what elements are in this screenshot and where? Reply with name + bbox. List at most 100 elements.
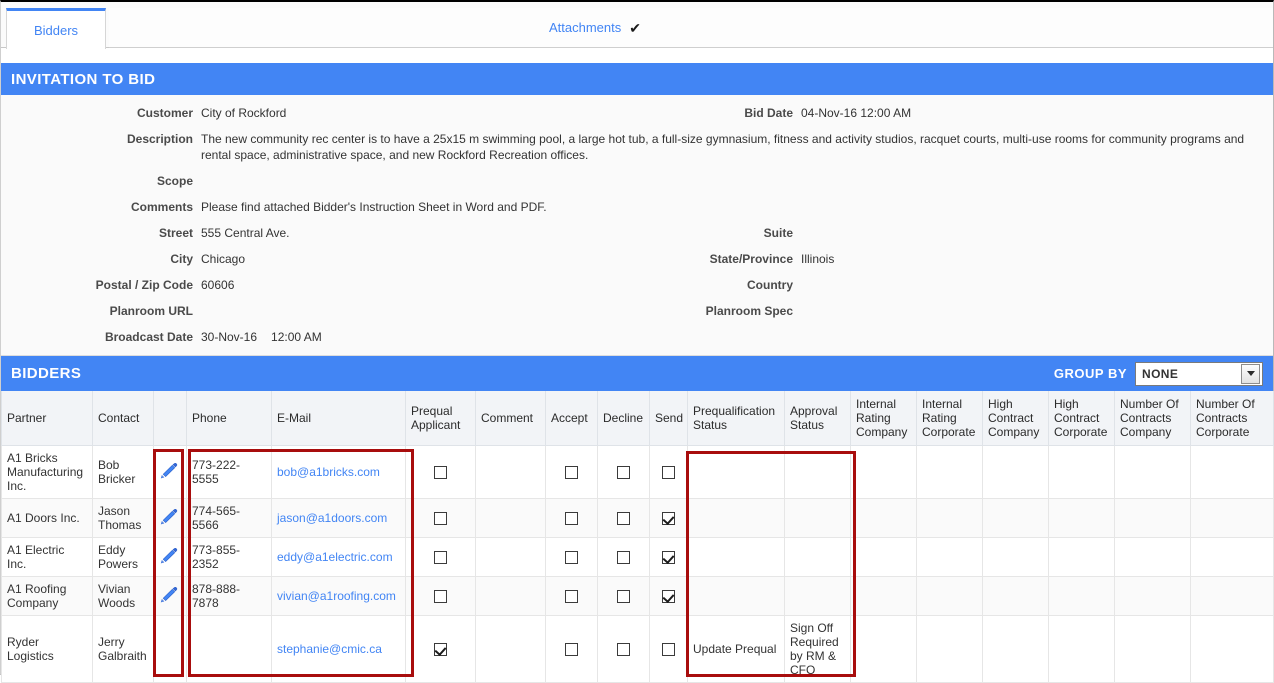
cell-prequal-applicant[interactable]	[405, 537, 476, 577]
col-header-high-contract-company[interactable]: High Contract Company	[982, 391, 1049, 446]
checkbox[interactable]	[662, 590, 675, 604]
cell-internal-rating-corporate	[916, 615, 983, 683]
group-by-select[interactable]: NONE	[1135, 361, 1263, 386]
col-header-high-contract-corporate[interactable]: High Contract Corporate	[1048, 391, 1115, 446]
pencil-edit-icon[interactable]	[159, 462, 181, 482]
checkbox[interactable]	[617, 512, 630, 526]
tab-attachments[interactable]: Attachments ✔	[109, 8, 1273, 48]
cell-prequal-applicant[interactable]	[405, 498, 476, 538]
checkbox[interactable]	[434, 643, 447, 657]
chevron-down-icon[interactable]	[1241, 363, 1260, 384]
table-row[interactable]: A1 Bricks Manufacturing Inc. Bob Bricker 7…	[1, 445, 1274, 499]
col-header-email[interactable]: E-Mail	[271, 391, 406, 446]
cell-high-contract-corporate	[1048, 445, 1115, 499]
col-header-send[interactable]: Send	[649, 391, 688, 446]
cell-send[interactable]	[649, 537, 688, 577]
cell-edit[interactable]	[153, 576, 187, 616]
cell-email[interactable]: vivian@a1roofing.com	[271, 576, 406, 616]
checkbox[interactable]	[434, 466, 447, 480]
pencil-edit-icon[interactable]	[159, 508, 181, 528]
table-row[interactable]: A1 Roofing Company Vivian Woods 878-888-78…	[1, 576, 1274, 616]
checkbox[interactable]	[565, 590, 578, 604]
checkbox[interactable]	[662, 466, 675, 480]
form-row-city-state: City Chicago State/Province Illinois	[1, 251, 1273, 267]
cell-high-contract-corporate	[1048, 615, 1115, 683]
cell-prequal-applicant[interactable]	[405, 615, 476, 683]
col-header-comment[interactable]: Comment	[475, 391, 546, 446]
checkbox[interactable]	[662, 551, 675, 565]
cell-comment	[475, 615, 546, 683]
cell-send[interactable]	[649, 445, 688, 499]
cell-internal-rating-corporate	[916, 576, 983, 616]
checkbox[interactable]	[565, 512, 578, 526]
cell-decline[interactable]	[597, 498, 650, 538]
cell-email[interactable]: stephanie@cmic.ca	[271, 615, 406, 683]
checkbox[interactable]	[565, 466, 578, 480]
col-header-approval-status[interactable]: Approval Status	[784, 391, 851, 446]
cell-prequal-applicant[interactable]	[405, 445, 476, 499]
email-link[interactable]: vivian@a1roofing.com	[277, 589, 396, 603]
col-header-internal-rating-company[interactable]: Internal Rating Company	[850, 391, 917, 446]
email-link[interactable]: eddy@a1electric.com	[277, 550, 393, 564]
email-link[interactable]: bob@a1bricks.com	[277, 465, 380, 479]
checkbox[interactable]	[662, 643, 675, 657]
cell-partner: A1 Bricks Manufacturing Inc.	[1, 445, 93, 499]
pencil-edit-icon[interactable]	[159, 586, 181, 606]
table-row[interactable]: Ryder Logistics Jerry Galbraith stephanie@…	[1, 615, 1274, 683]
cell-edit[interactable]	[153, 445, 187, 499]
cell-number-of-contracts-corporate	[1190, 576, 1274, 616]
checkbox[interactable]	[565, 643, 578, 657]
col-header-partner[interactable]: Partner	[1, 391, 93, 446]
cell-approval-status	[784, 537, 851, 577]
col-header-prequal-applicant[interactable]: Prequal Applicant	[405, 391, 476, 446]
checkbox[interactable]	[617, 590, 630, 604]
field-postal-zip: Postal / Zip Code 60606	[1, 277, 601, 293]
cell-internal-rating-corporate	[916, 498, 983, 538]
cell-decline[interactable]	[597, 615, 650, 683]
cell-accept[interactable]	[545, 537, 598, 577]
cell-send[interactable]	[649, 576, 688, 616]
col-header-contact[interactable]: Contact	[92, 391, 154, 446]
table-row[interactable]: A1 Doors Inc. Jason Thomas 774-565-5566 jas…	[1, 498, 1274, 538]
cell-accept[interactable]	[545, 615, 598, 683]
checkbox[interactable]	[434, 551, 447, 565]
bidders-header: BIDDERS GROUP BY NONE	[1, 356, 1273, 391]
cell-accept[interactable]	[545, 445, 598, 499]
col-header-number-of-contracts-corporate[interactable]: Number Of Contracts Corporate	[1190, 391, 1274, 446]
cell-send[interactable]	[649, 615, 688, 683]
cell-high-contract-company	[982, 445, 1049, 499]
checkbox[interactable]	[434, 512, 447, 526]
cell-email[interactable]: bob@a1bricks.com	[271, 445, 406, 499]
checkbox[interactable]	[434, 590, 447, 604]
checkbox[interactable]	[617, 643, 630, 657]
cell-accept[interactable]	[545, 576, 598, 616]
cell-email[interactable]: jason@a1doors.com	[271, 498, 406, 538]
col-header-internal-rating-corporate[interactable]: Internal Rating Corporate	[916, 391, 983, 446]
bidders-table-body: A1 Bricks Manufacturing Inc. Bob Bricker 7…	[1, 445, 1274, 683]
email-link[interactable]: stephanie@cmic.ca	[277, 642, 382, 656]
cell-edit[interactable]	[153, 498, 187, 538]
cell-accept[interactable]	[545, 498, 598, 538]
checkbox[interactable]	[565, 551, 578, 565]
col-header-prequalification-status[interactable]: Prequalification Status	[687, 391, 785, 446]
form-row-description: Description The new community rec center…	[1, 131, 1273, 163]
cell-edit[interactable]	[153, 537, 187, 577]
pencil-edit-icon[interactable]	[159, 547, 181, 567]
cell-email[interactable]: eddy@a1electric.com	[271, 537, 406, 577]
cell-decline[interactable]	[597, 445, 650, 499]
email-link[interactable]: jason@a1doors.com	[277, 511, 387, 525]
col-header-decline[interactable]: Decline	[597, 391, 650, 446]
checkbox[interactable]	[617, 551, 630, 565]
checkbox[interactable]	[617, 466, 630, 480]
tab-bidders[interactable]: Bidders	[6, 8, 106, 49]
cell-decline[interactable]	[597, 537, 650, 577]
broadcast-date-time: 12:00 AM	[271, 330, 322, 344]
col-header-accept[interactable]: Accept	[545, 391, 598, 446]
table-row[interactable]: A1 Electric Inc. Eddy Powers 773-855-2352 e…	[1, 537, 1274, 577]
cell-prequal-applicant[interactable]	[405, 576, 476, 616]
col-header-phone[interactable]: Phone	[186, 391, 272, 446]
col-header-number-of-contracts-company[interactable]: Number Of Contracts Company	[1114, 391, 1191, 446]
checkbox[interactable]	[662, 512, 675, 526]
cell-decline[interactable]	[597, 576, 650, 616]
cell-send[interactable]	[649, 498, 688, 538]
